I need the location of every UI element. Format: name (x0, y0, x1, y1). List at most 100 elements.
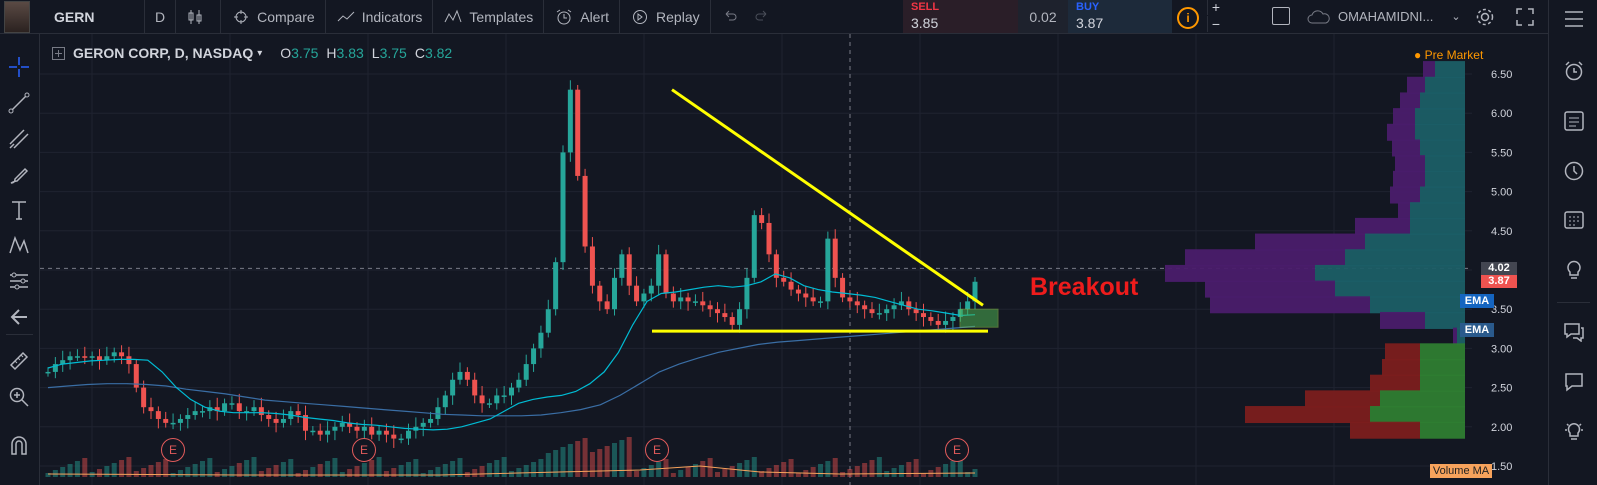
volume-bar (347, 469, 353, 477)
volume-bar (854, 466, 860, 477)
volume-profile-down (1423, 61, 1435, 79)
earnings-marker[interactable]: E (645, 438, 669, 462)
spread-value: 0.02 (1018, 0, 1068, 33)
quantity-plus-button[interactable]: + (1207, 0, 1224, 15)
candle-body (74, 356, 80, 358)
info-icon[interactable]: i (1177, 7, 1199, 29)
candle-body (729, 317, 735, 325)
legend-toggle-icon[interactable] (52, 46, 65, 60)
templates-icon (444, 9, 462, 22)
candle-body (921, 313, 926, 318)
trend-line-icon[interactable] (8, 92, 30, 114)
legend-dropdown-icon[interactable]: ▾ (257, 48, 262, 59)
templates-label: Templates (469, 8, 534, 25)
volume-profile-down (1392, 139, 1420, 157)
chats-icon[interactable] (1563, 320, 1585, 342)
candle-body (737, 309, 743, 325)
price-axis-label: 5.00 (1491, 187, 1512, 199)
indicators-button[interactable]: Indicators (326, 0, 434, 33)
arrow-left-icon[interactable] (8, 306, 30, 328)
zoom-in-icon[interactable] (8, 386, 30, 408)
candle-body (766, 222, 772, 255)
volume-bar (501, 457, 507, 477)
candle-body (516, 379, 522, 388)
fullscreen-icon[interactable] (1515, 7, 1535, 27)
magnet-icon[interactable] (8, 434, 30, 456)
candle-body (111, 352, 117, 357)
symbol-search[interactable]: GERN (30, 0, 145, 33)
volume-profile-down (1393, 108, 1415, 126)
price-axis-label: 6.00 (1491, 108, 1512, 120)
alarm-clock-icon[interactable] (1563, 60, 1585, 82)
candle-body (486, 403, 492, 405)
candle-body (141, 387, 147, 408)
prediction-icon[interactable] (8, 270, 30, 292)
compare-button[interactable]: Compare (221, 0, 326, 33)
candle-body (685, 297, 691, 302)
volume-bar (185, 467, 191, 477)
layout-square-icon[interactable] (1272, 7, 1290, 25)
bar-style-button[interactable] (176, 0, 222, 33)
candle-body (612, 277, 617, 310)
volume-profile-down (1205, 280, 1335, 298)
sell-button[interactable]: SELL 3.85 (903, 0, 1018, 33)
templates-button[interactable]: Templates (433, 0, 545, 33)
hotlist-icon[interactable] (1563, 160, 1585, 182)
price-chart[interactable]: 6.506.005.505.004.504.003.503.002.502.00… (40, 34, 1547, 485)
earnings-marker[interactable]: E (161, 438, 185, 462)
volume-bar (538, 459, 544, 477)
brush-icon[interactable] (8, 164, 30, 186)
pattern-icon[interactable] (8, 234, 30, 256)
candle-body (788, 281, 794, 290)
text-tool-icon[interactable] (8, 199, 30, 221)
earnings-marker[interactable]: E (945, 438, 969, 462)
avatar[interactable] (4, 0, 30, 33)
account-menu[interactable]: OMAHAMIDNI... ⌄ (1306, 0, 1461, 33)
alert-button[interactable]: Alert (544, 0, 621, 33)
fib-tool-icon[interactable] (8, 128, 30, 150)
volume-profile-up (1420, 92, 1465, 110)
undo-icon[interactable] (721, 8, 739, 26)
volume-profile-down (1407, 76, 1425, 94)
ruler-icon[interactable] (8, 350, 30, 372)
volume-bar (207, 458, 213, 477)
redo-icon[interactable] (753, 8, 771, 26)
volume-profile-down (1400, 92, 1420, 110)
volume-bar (891, 468, 897, 477)
quantity-minus-button[interactable]: − (1207, 16, 1224, 32)
interval-button[interactable]: D (145, 0, 177, 33)
ideas-lightbulb-icon[interactable] (1563, 258, 1585, 280)
candle-body (634, 285, 640, 302)
replay-button[interactable]: Replay (620, 0, 711, 33)
candle-body (567, 89, 573, 153)
volume-bar (97, 469, 102, 477)
candle-body (325, 430, 331, 435)
help-bulb-icon[interactable] (1563, 420, 1585, 442)
calendar-icon[interactable] (1563, 208, 1585, 230)
candle-body (876, 313, 882, 315)
volume-bar (862, 463, 868, 477)
volume-bar (479, 466, 485, 477)
candle-body (869, 309, 875, 314)
volume-profile-down (1393, 170, 1425, 188)
candle-body (163, 418, 169, 423)
legend-symbol-title[interactable]: GERON CORP, D, NASDAQ (73, 45, 253, 61)
watchlist-icon[interactable] (1563, 8, 1585, 30)
data-window-icon[interactable] (1563, 110, 1585, 132)
volume-bar (531, 462, 537, 477)
gear-icon[interactable] (1474, 6, 1496, 28)
premarket-status: ● Pre Market (1414, 48, 1484, 62)
volume-profile-up (1410, 202, 1465, 220)
chevron-down-icon: ⌄ (1451, 11, 1461, 23)
buy-button[interactable]: BUY 3.87 (1068, 0, 1172, 33)
earnings-marker[interactable]: E (352, 438, 376, 462)
premarket-label: Pre Market (1424, 48, 1484, 62)
volume-profile-down (1355, 217, 1410, 235)
candle-body (692, 301, 698, 303)
volume-bar (303, 470, 308, 477)
crosshair-icon[interactable] (8, 56, 30, 78)
messages-icon[interactable] (1563, 370, 1585, 392)
toolbar-divider (6, 334, 33, 335)
candle-body (45, 371, 51, 374)
volume-bar (589, 452, 595, 477)
